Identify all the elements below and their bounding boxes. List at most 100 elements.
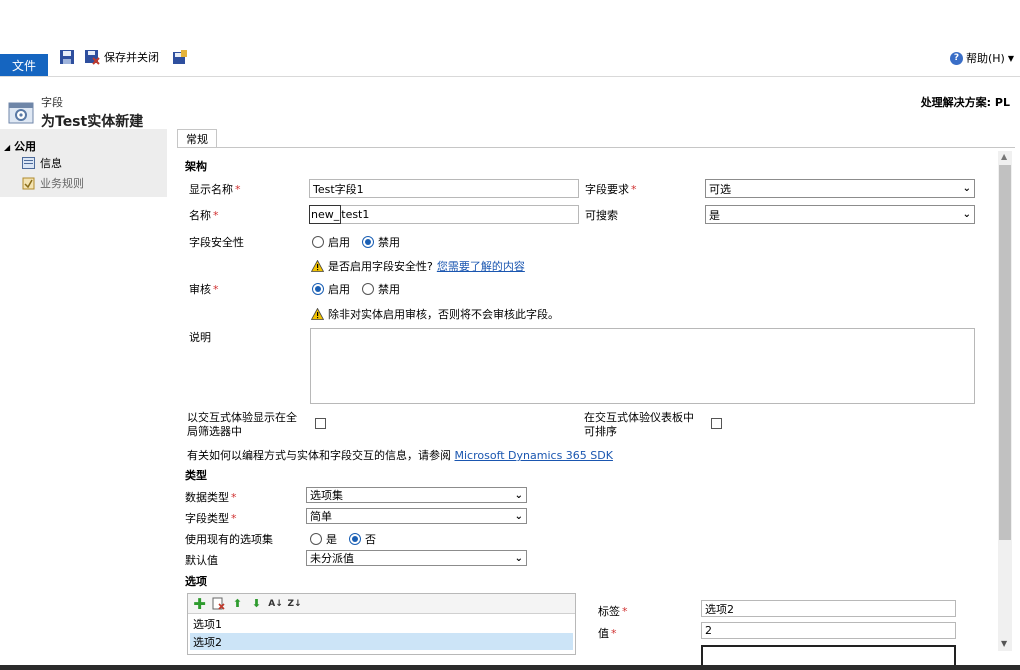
solution-label: 处理解决方案: PL <box>920 96 1010 109</box>
security-warning: 是否启用字段安全性? 您需要了解的内容 <box>311 258 525 274</box>
scroll-down-icon[interactable]: ▼ <box>1001 639 1007 648</box>
add-option-icon[interactable]: ✚ <box>193 595 206 613</box>
option-list-item[interactable]: 选项1 <box>190 615 573 632</box>
field-security-radios: 启用 禁用 <box>312 234 400 250</box>
searchable-value: 是 <box>709 208 720 222</box>
default-value-value: 未分派值 <box>310 552 354 565</box>
collapse-triangle-icon: ◢ <box>4 143 11 152</box>
sdk-link[interactable]: Microsoft Dynamics 365 SDK <box>455 449 613 462</box>
help-label: 帮助(H) <box>965 52 1005 65</box>
data-type-value: 选项集 <box>310 489 343 502</box>
sidebar-item-info[interactable]: 信息 <box>22 155 62 171</box>
auditing-label: 审核 * <box>189 283 219 296</box>
options-section-title: 选项 <box>185 575 207 588</box>
audit-enable-radio[interactable] <box>312 283 324 295</box>
sort-descending-icon[interactable]: Z↓ <box>287 597 301 610</box>
info-list-icon <box>22 157 35 169</box>
security-enable-label: 启用 <box>328 236 350 249</box>
name-value: test1 <box>341 208 370 221</box>
name-label: 名称 * <box>189 209 219 222</box>
data-type-select[interactable]: 选项集 ⌄ <box>306 487 527 503</box>
warning-icon <box>311 308 324 320</box>
chevron-down-icon: ⌄ <box>962 183 971 194</box>
option-label-label: 标签 * <box>598 605 628 618</box>
header-divider <box>0 76 1020 77</box>
breadcrumb: 字段 <box>41 96 63 109</box>
option-value-input[interactable]: 2 <box>701 622 956 639</box>
chevron-down-icon: ⌄ <box>962 209 971 220</box>
sidebar-group-label: 公用 <box>14 140 36 153</box>
use-existing-label: 使用现有的选项集 <box>185 533 273 546</box>
audit-warning: 除非对实体启用审核，否则将不会审核此字段。 <box>311 306 559 322</box>
security-enable-radio[interactable] <box>312 236 324 248</box>
use-existing-yes-radio[interactable] <box>310 533 322 545</box>
sidebar-item-label: 业务规则 <box>40 177 84 190</box>
type-section-title: 类型 <box>185 469 207 482</box>
option-list-item-selected[interactable]: 选项2 <box>190 633 573 650</box>
display-name-label: 显示名称 * <box>189 183 241 196</box>
save-close-icon <box>85 50 100 65</box>
security-learn-more-link[interactable]: 您需要了解的内容 <box>437 258 525 274</box>
description-textarea[interactable] <box>310 328 975 404</box>
name-prefix: new_ <box>309 205 342 224</box>
sortable-label: 在交互式体验仪表板中可排序 <box>584 411 694 438</box>
audit-disable-radio[interactable] <box>362 283 374 295</box>
use-existing-radios: 是 否 <box>310 531 376 547</box>
save-icon[interactable] <box>59 49 75 65</box>
use-existing-yes-label: 是 <box>326 533 337 546</box>
data-type-label: 数据类型 * <box>185 491 237 504</box>
bottom-taskbar <box>0 665 1020 670</box>
chevron-down-icon: ⌄ <box>514 510 523 522</box>
schema-section-title: 架构 <box>185 160 207 173</box>
tab-divider <box>177 147 1015 148</box>
page-title: 为Test实体新建 <box>41 114 144 130</box>
audit-disable-label: 禁用 <box>378 283 400 296</box>
delete-option-icon[interactable] <box>212 597 225 610</box>
auditing-radios: 启用 禁用 <box>312 281 400 297</box>
option-value-label: 值 * <box>598 627 617 640</box>
field-type-value: 简单 <box>310 510 332 523</box>
sidebar-item-label: 信息 <box>40 157 62 170</box>
use-existing-no-radio[interactable] <box>349 533 361 545</box>
option-extra-field[interactable] <box>701 645 956 665</box>
warning-icon <box>311 260 324 272</box>
display-name-input[interactable]: Test字段1 <box>309 179 579 198</box>
save-new-icon[interactable] <box>172 49 188 65</box>
sort-ascending-icon[interactable]: A↓ <box>268 597 283 610</box>
field-type-label: 字段类型 * <box>185 512 237 525</box>
security-disable-radio[interactable] <box>362 236 374 248</box>
sdk-info: 有关如何以编程方式与实体和字段交互的信息，请参阅 Microsoft Dynam… <box>187 447 613 463</box>
file-tab[interactable]: 文件 <box>0 54 48 76</box>
move-up-icon[interactable]: ⬆ <box>231 597 244 610</box>
sdk-text: 有关如何以编程方式与实体和字段交互的信息，请参阅 <box>187 449 451 462</box>
global-filter-label: 以交互式体验显示在全局筛选器中 <box>187 411 297 438</box>
field-security-label: 字段安全性 <box>189 236 244 249</box>
option-label-input[interactable]: 选项2 <box>701 600 956 617</box>
global-filter-checkbox[interactable] <box>315 418 326 429</box>
save-close-button[interactable]: 保存并关闭 <box>84 49 159 65</box>
sortable-checkbox[interactable] <box>711 418 722 429</box>
tab-general[interactable]: 常规 <box>177 129 217 148</box>
help-menu[interactable]: ? 帮助(H) ▼ <box>949 50 1014 66</box>
field-requirement-value: 可选 <box>709 182 731 196</box>
sidebar-item-business-rules[interactable]: 业务规则 <box>22 175 84 191</box>
scroll-up-icon[interactable]: ▲ <box>1001 152 1007 161</box>
field-requirement-label: 字段要求 * <box>585 183 637 196</box>
name-field[interactable]: new_ test1 <box>309 205 579 224</box>
move-down-icon[interactable]: ⬇ <box>250 597 263 610</box>
default-value-select[interactable]: 未分派值 ⌄ <box>306 550 527 566</box>
field-requirement-select[interactable]: 可选 ⌄ <box>705 179 975 198</box>
audit-warning-text: 除非对实体启用审核，否则将不会审核此字段。 <box>328 308 559 321</box>
business-rules-icon <box>22 177 35 189</box>
scrollbar-thumb[interactable] <box>999 165 1011 540</box>
searchable-select[interactable]: 是 ⌄ <box>705 205 975 224</box>
entity-settings-icon <box>8 102 34 124</box>
sidebar-group-common[interactable]: ◢ 公用 <box>4 138 36 154</box>
description-label: 说明 <box>189 331 211 344</box>
field-type-select[interactable]: 简单 ⌄ <box>306 508 527 524</box>
chevron-down-icon: ⌄ <box>514 489 523 501</box>
options-toolbar: ✚ ⬆ ⬇ A↓ Z↓ <box>188 594 575 614</box>
help-icon: ? <box>949 51 963 65</box>
chevron-down-icon: ⌄ <box>514 552 523 564</box>
save-close-label: 保存并关闭 <box>104 51 159 64</box>
